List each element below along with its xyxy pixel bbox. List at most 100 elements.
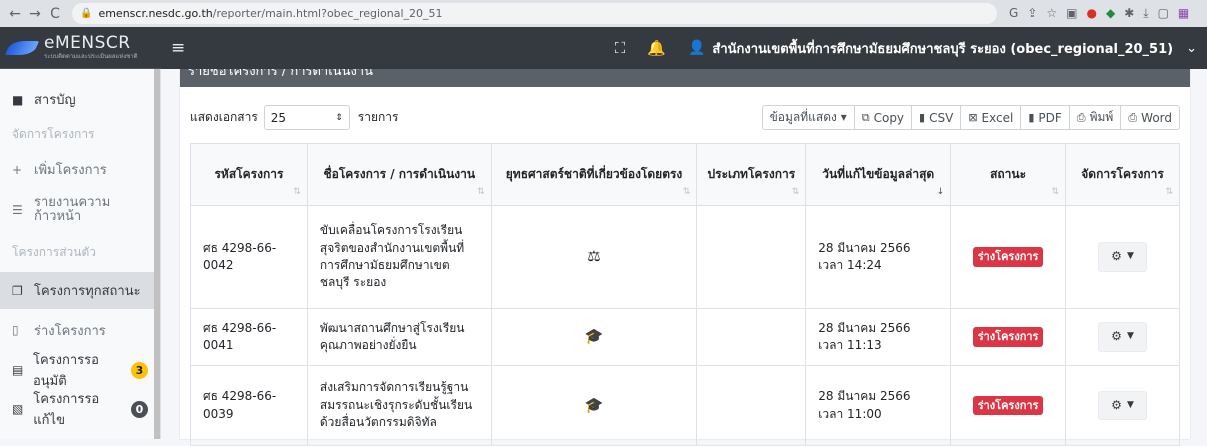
share-icon[interactable]: ⇪	[1027, 6, 1037, 21]
url-path: /reporter/main.html?obec_regional_20_51	[212, 7, 443, 20]
gear-icon: ⚙	[1111, 397, 1122, 412]
manage-cell: ⚙ ▼	[1065, 205, 1180, 309]
extension-box-icon[interactable]: ▣	[1066, 6, 1077, 21]
balance-scale-icon: ⚖	[587, 247, 601, 266]
column-header-strategy[interactable]: ยุทธศาสตร์ชาติที่เกี่ยวข้องโดยตรง ⇅	[490, 143, 698, 206]
column-visibility-button[interactable]: ข้อมูลที่แสดง ▾	[761, 105, 855, 130]
pdf-label: PDF	[1038, 110, 1062, 125]
user-name: สำนักงานเขตพื้นที่การศึกษามัธยมศึกษาชลบุ…	[712, 41, 1174, 57]
sort-icon: ⇅	[1051, 187, 1060, 197]
projects-table: รหัสโครงการ ⇅ ชื่อโครงการ / การดำเนินงาน ⇅…	[190, 143, 1180, 446]
graduation-cap-icon: 🎓	[584, 395, 604, 414]
updated-date: 28 มีนาคม 2566	[818, 389, 911, 404]
url-host: emenscr.nesdc.go.th	[98, 7, 213, 20]
plus-icon: +	[12, 162, 23, 177]
status-cell: ร่างโครงการ	[950, 205, 1067, 309]
copy-button[interactable]: ⧉ Copy	[854, 105, 913, 130]
google-icon[interactable]: G	[1009, 6, 1018, 21]
word-label: Word	[1141, 110, 1172, 125]
project-code: ศธ 4298-66-0041	[190, 308, 308, 366]
sidebar-item-pending-approval[interactable]: ▤ โครงการรออนุมัติ 3	[0, 351, 160, 389]
address-bar[interactable]: 🔒 emenscr.nesdc.go.th/reporter/main.html…	[72, 3, 997, 24]
column-header-label: ประเภทโครงการ	[707, 167, 796, 181]
copy-icon: ❐	[12, 283, 23, 298]
back-icon[interactable]: ←	[6, 6, 24, 22]
manage-dropdown-button[interactable]: ⚙ ▼	[1098, 322, 1147, 352]
extensions-puzzle-icon[interactable]: ✱	[1124, 6, 1134, 21]
sidebar-item-label: เพิ่มโครงการ	[34, 163, 107, 178]
sidebar-item-all-projects[interactable]: ❐ โครงการทุกสถานะ	[0, 272, 154, 309]
sidebar-item-add-project[interactable]: + เพิ่มโครงการ	[0, 151, 160, 188]
table-toolbar: แสดงเอกสาร 25 ⇕ รายการ ข้อมูลที่แสดง ▾ ⧉…	[190, 105, 1180, 130]
sidebar-item-progress-report[interactable]: ☰ รายงานความก้าวหน้า	[0, 188, 160, 232]
project-name: ส่งเสริมการจัดการเรียนรู้ฐานสมรรถนะเชิงร…	[306, 365, 492, 446]
select-arrows-icon: ⇕	[335, 112, 343, 123]
sidebar-scrollbar[interactable]	[154, 69, 160, 439]
column-header-manage[interactable]: จัดการโครงการ ⇅	[1065, 143, 1180, 206]
column-header-code[interactable]: รหัสโครงการ ⇅	[190, 143, 308, 206]
caret-down-icon: ▼	[1126, 251, 1134, 262]
project-name: ขับเคลื่อนโครงการโรงเรียนสุจริตของสำนักง…	[306, 205, 492, 309]
extension-green-icon[interactable]: ◆	[1106, 6, 1115, 21]
sidebar-item-draft[interactable]: ▯ ร่างโครงการ	[0, 309, 160, 351]
browser-toolbar: ← → C 🔒 emenscr.nesdc.go.th/reporter/mai…	[0, 0, 1207, 27]
column-header-name[interactable]: ชื่อโครงการ / การดำเนินงาน ⇅	[306, 143, 492, 206]
column-header-label: จัดการโครงการ	[1081, 167, 1164, 181]
csv-button[interactable]: ▮ CSV	[912, 105, 962, 130]
gear-icon: ⚙	[1111, 329, 1122, 344]
reload-icon[interactable]: C	[46, 6, 64, 22]
updated-time: เวลา 11:00	[818, 406, 882, 421]
column-header-label: ชื่อโครงการ / การดำเนินงาน	[323, 167, 476, 181]
user-menu[interactable]: 👤 สำนักงานเขตพื้นที่การศึกษามัธยมศึกษาชล…	[688, 38, 1197, 59]
column-header-status[interactable]: สถานะ ⇅	[950, 143, 1067, 206]
column-header-label: วันที่แก้ไขข้อมูลล่าสุด	[822, 167, 935, 181]
excel-label: Excel	[981, 110, 1014, 125]
card-title: รายชื่อโครงการ / การดำเนินงาน	[180, 69, 1190, 87]
project-type	[696, 205, 807, 309]
page-length-select[interactable]: 25 ⇕	[263, 105, 350, 130]
caret-down-icon: ▼	[1126, 399, 1134, 410]
excel-file-icon: ⊠	[968, 111, 978, 124]
export-buttons: ข้อมูลที่แสดง ▾ ⧉ Copy ▮ CSV ⊠ Excel ▮ PDF ⎙…	[761, 105, 1180, 130]
page-length-label: แสดงเอกสาร	[190, 110, 258, 124]
brand-logo-link[interactable]: eMENSCR ระบบติดตามและประเมินผลแห่งชาติ	[0, 27, 161, 69]
profile-icon[interactable]: ▦	[1178, 6, 1189, 21]
word-print-icon: ⎙	[1128, 110, 1138, 124]
column-header-label: ยุทธศาสตร์ชาติที่เกี่ยวข้องโดยตรง	[505, 167, 683, 181]
fullscreen-icon[interactable]: ⛶	[615, 39, 626, 57]
sidebar-section-manage: จัดการโครงการ	[12, 127, 95, 141]
word-button[interactable]: ⎙ Word	[1121, 105, 1180, 130]
book-icon: ■	[12, 92, 24, 107]
user-icon: 👤	[687, 40, 706, 56]
sidebar-item-pending-fix[interactable]: ▧ โครงการรอแก้ไข 0	[0, 389, 160, 429]
sidebar-item-label: โครงการทุกสถานะ	[34, 284, 141, 299]
extension-red-icon[interactable]: ●	[1086, 6, 1096, 21]
download-icon[interactable]: ⤓	[1143, 6, 1148, 21]
manage-cell: ⚙ ▼	[1065, 308, 1180, 366]
top-navbar: eMENSCR ระบบติดตามและประเมินผลแห่งชาติ ≡…	[0, 27, 1207, 69]
column-header-label: รหัสโครงการ	[214, 167, 284, 181]
sidebar: ■ สารบัญ จัดการโครงการ + เพิ่มโครงการ ☰ …	[0, 69, 161, 439]
excel-button[interactable]: ⊠ Excel	[961, 105, 1022, 130]
sidebar-item-toc[interactable]: ■ สารบัญ	[0, 81, 160, 118]
forward-icon[interactable]: →	[26, 6, 44, 22]
menu-toggle-icon[interactable]: ≡	[171, 38, 185, 58]
print-button[interactable]: ⎙ พิมพ์	[1069, 105, 1122, 130]
project-list-card: รายชื่อโครงการ / การดำเนินงาน แสดงเอกสาร…	[180, 69, 1190, 446]
column-header-type[interactable]: ประเภทโครงการ ⇅	[696, 143, 807, 206]
pdf-button[interactable]: ▮ PDF	[1021, 105, 1070, 130]
csv-label: CSV	[929, 110, 954, 125]
sort-icon: ⇅	[477, 187, 485, 197]
updated-date: 28 มีนาคม 2566	[818, 320, 911, 335]
tab-panel-icon[interactable]: ▢	[1158, 6, 1169, 21]
column-header-date[interactable]: วันที่แก้ไขข้อมูลล่าสุด ↓	[805, 143, 952, 206]
table-row: ศธ 4298-66-0041 พัฒนาสถานศึกษาสู่โรงเรีย…	[190, 308, 1180, 366]
bell-icon[interactable]: 🔔	[647, 39, 666, 57]
manage-dropdown-button[interactable]: ⚙ ▼	[1098, 390, 1147, 421]
sidebar-item-label: รายงานความก้าวหน้า	[34, 195, 111, 224]
bookmark-star-icon[interactable]: ☆	[1046, 6, 1057, 21]
manage-dropdown-button[interactable]: ⚙ ▼	[1098, 242, 1147, 272]
table-row: ศธ 4298-66-0039 ส่งเสริมการจัดการเรียนรู…	[190, 365, 1180, 446]
project-code: ศธ 4298-66-0039	[190, 365, 308, 446]
strategy-cell: ⚖	[490, 205, 698, 309]
